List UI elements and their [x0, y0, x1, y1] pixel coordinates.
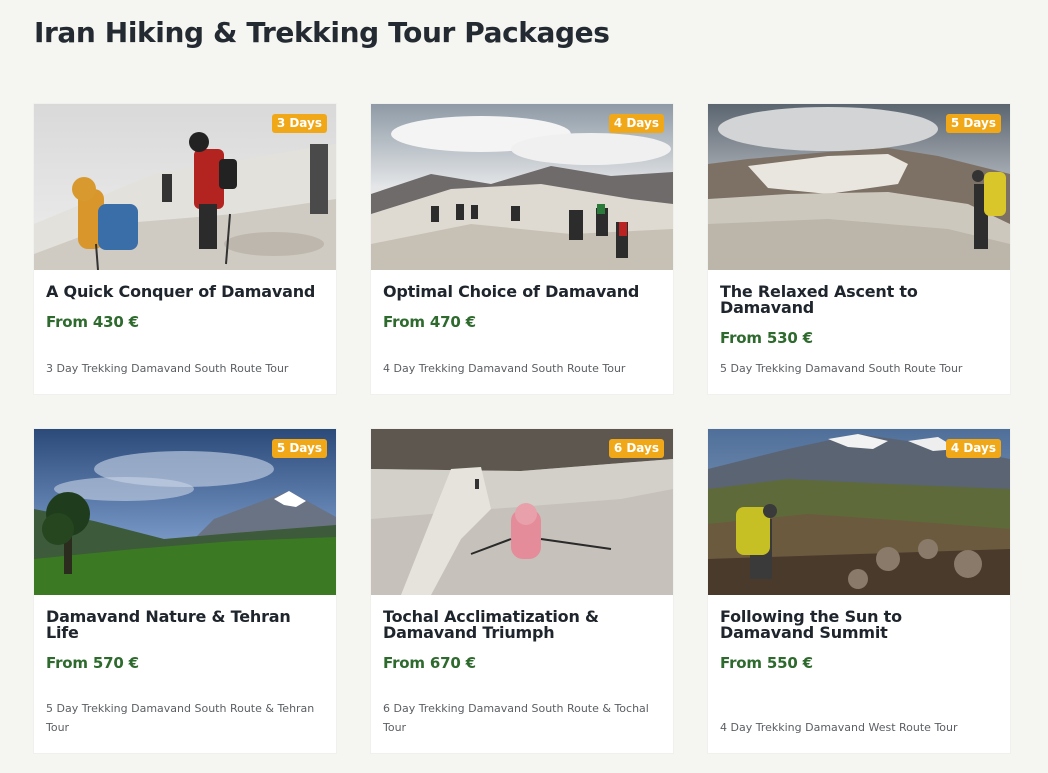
tour-packages-page: Iran Hiking & Trekking Tour Packages 3 D…	[0, 0, 1048, 773]
tour-price: From 430 €	[46, 313, 139, 331]
page-title: Iran Hiking & Trekking Tour Packages	[34, 16, 610, 49]
tour-description: 3 Day Trekking Damavand South Route Tour	[46, 362, 289, 375]
tour-price: From 470 €	[383, 313, 476, 331]
tour-title[interactable]: Following the Sun to Damavand Summit	[720, 595, 998, 641]
tour-price: From 530 €	[720, 329, 813, 347]
tour-title[interactable]: Damavand Nature & Tehran Life	[46, 595, 324, 641]
tour-price: From 670 €	[383, 654, 476, 672]
tour-title[interactable]: The Relaxed Ascent to Damavand	[720, 270, 998, 316]
tour-title[interactable]: Optimal Choice of Damavand	[383, 270, 661, 300]
tour-title[interactable]: A Quick Conquer of Damavand	[46, 270, 324, 300]
tour-photo[interactable]: 5 Days	[708, 104, 1010, 270]
tour-price: From 570 €	[46, 654, 139, 672]
duration-badge: 4 Days	[608, 114, 664, 133]
tour-card[interactable]: 6 Days Tochal Acclimatization & Damavand…	[371, 429, 673, 753]
duration-badge: 4 Days	[945, 439, 1001, 458]
tour-card[interactable]: 3 Days A Quick Conquer of Damavand From …	[34, 104, 336, 394]
duration-badge: 5 Days	[945, 114, 1001, 133]
tour-grid: 3 Days A Quick Conquer of Damavand From …	[34, 104, 1010, 753]
tour-description: 6 Day Trekking Damavand South Route & To…	[383, 702, 649, 734]
tour-photo[interactable]: 5 Days	[34, 429, 336, 595]
tour-title[interactable]: Tochal Acclimatization & Damavand Triump…	[383, 595, 661, 641]
tour-photo[interactable]: 4 Days	[708, 429, 1010, 595]
tour-photo[interactable]: 4 Days	[371, 104, 673, 270]
tour-card[interactable]: 5 Days Damavand Nature & Tehran Life Fro…	[34, 429, 336, 753]
tour-photo[interactable]: 6 Days	[371, 429, 673, 595]
tour-card[interactable]: 4 Days Following the Sun to Damavand Sum…	[708, 429, 1010, 753]
duration-badge: 3 Days	[271, 114, 327, 133]
duration-badge: 5 Days	[271, 439, 327, 458]
tour-price: From 550 €	[720, 654, 813, 672]
tour-description: 4 Day Trekking Damavand West Route Tour	[720, 721, 958, 734]
duration-badge: 6 Days	[608, 439, 664, 458]
tour-description: 5 Day Trekking Damavand South Route Tour	[720, 362, 963, 375]
tour-card[interactable]: 4 Days Optimal Choice of Damavand From 4…	[371, 104, 673, 394]
tour-photo[interactable]: 3 Days	[34, 104, 336, 270]
tour-card[interactable]: 5 Days The Relaxed Ascent to Damavand Fr…	[708, 104, 1010, 394]
tour-description: 4 Day Trekking Damavand South Route Tour	[383, 362, 626, 375]
tour-description: 5 Day Trekking Damavand South Route & Te…	[46, 702, 315, 734]
